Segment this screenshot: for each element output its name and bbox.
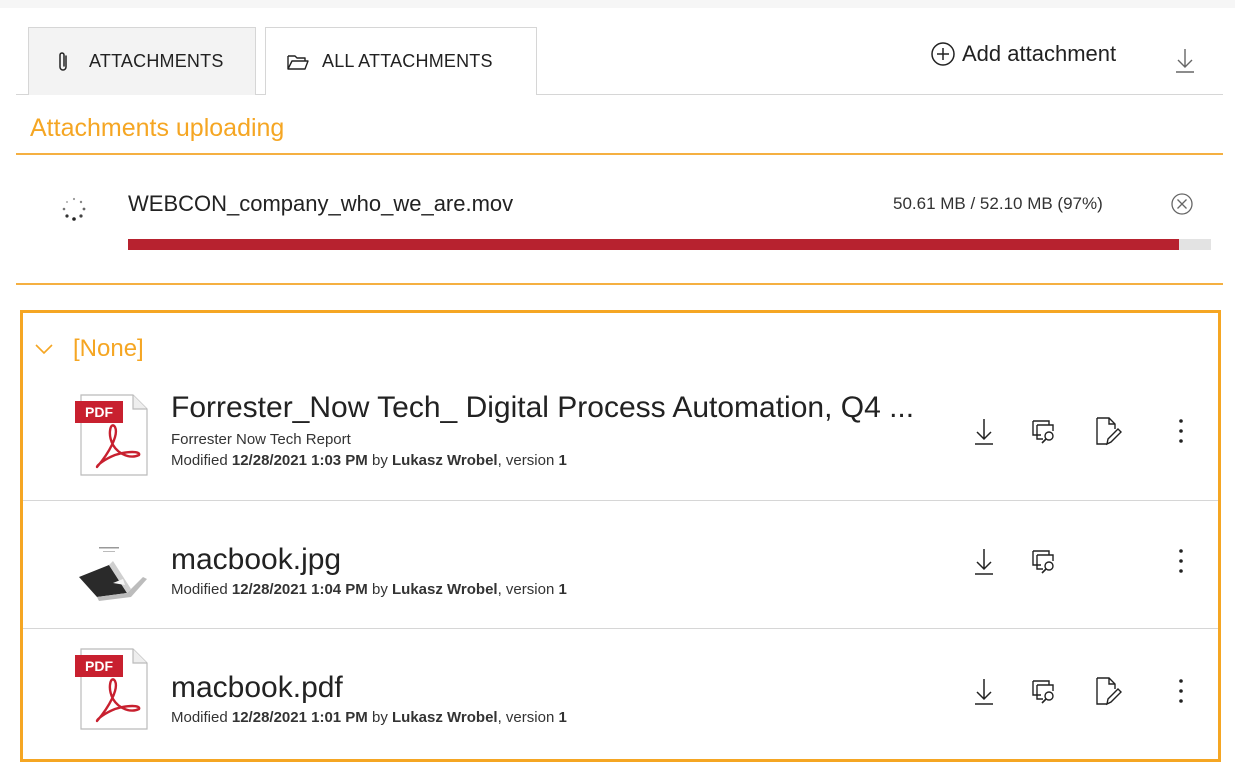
download-icon xyxy=(975,419,993,445)
file-name[interactable]: macbook.jpg xyxy=(171,543,567,577)
version-number: 1 xyxy=(558,452,567,469)
edit-document-icon xyxy=(1096,677,1122,706)
preview-button[interactable] xyxy=(1029,675,1059,707)
author-name: Lukasz Wrobel xyxy=(392,581,498,598)
cancel-upload-button[interactable] xyxy=(1168,190,1196,218)
preview-button[interactable] xyxy=(1029,545,1059,577)
plus-circle-icon xyxy=(930,41,956,67)
file-meta: Modified 12/28/2021 1:04 PM by Lukasz Wr… xyxy=(171,581,567,598)
file-info: Forrester_Now Tech_ Digital Process Auto… xyxy=(171,391,914,469)
more-vertical-icon xyxy=(1179,419,1183,443)
file-meta: Modified 12/28/2021 1:01 PM by Lukasz Wr… xyxy=(171,709,567,726)
file-description: Forrester Now Tech Report xyxy=(171,431,351,448)
more-options-button[interactable] xyxy=(1171,545,1191,577)
download-icon xyxy=(1176,49,1194,73)
uploading-divider-top xyxy=(16,153,1223,155)
attachment-row[interactable]: macbook.jpg Modified 12/28/2021 1:04 PM … xyxy=(23,501,1218,629)
more-vertical-icon xyxy=(1179,549,1183,573)
attachment-group: [None] PDF Forrester_Now Tech_ Digital P… xyxy=(20,310,1221,762)
preview-button[interactable] xyxy=(1029,415,1059,447)
tab-all-attachments[interactable]: ALL ATTACHMENTS xyxy=(265,27,537,95)
modified-date: 12/28/2021 1:04 PM xyxy=(231,581,368,598)
download-button[interactable] xyxy=(969,415,999,447)
more-vertical-icon xyxy=(1179,679,1183,703)
attachment-row[interactable]: PDF macbook.pdf Modified 12/28/2021 1:01… xyxy=(23,629,1218,759)
uploading-divider-bottom xyxy=(16,283,1223,285)
preview-icon xyxy=(1032,550,1054,574)
add-attachment-label: Add attachment xyxy=(962,41,1117,66)
top-strip xyxy=(0,0,1235,8)
version-number: 1 xyxy=(558,581,567,598)
image-thumbnail xyxy=(75,531,153,615)
group-header-toggle[interactable]: [None] xyxy=(33,335,144,363)
tab-attachments-label: ATTACHMENTS xyxy=(89,51,224,71)
preview-icon xyxy=(1032,680,1054,704)
edit-document-icon xyxy=(1096,417,1122,446)
modified-date: 12/28/2021 1:01 PM xyxy=(231,709,368,726)
paperclip-icon xyxy=(51,50,75,74)
author-name: Lukasz Wrobel xyxy=(392,709,498,726)
version-number: 1 xyxy=(558,709,567,726)
edit-button[interactable] xyxy=(1093,675,1123,707)
more-options-button[interactable] xyxy=(1171,415,1191,447)
upload-progress-bar xyxy=(128,239,1211,250)
spinner-icon xyxy=(60,195,88,223)
close-circle-icon xyxy=(1171,193,1193,215)
uploading-section-title: Attachments uploading xyxy=(30,114,285,142)
preview-icon xyxy=(1032,420,1054,444)
download-icon xyxy=(975,679,993,705)
tab-all-attachments-label: ALL ATTACHMENTS xyxy=(322,51,493,71)
pdf-file-icon: PDF xyxy=(75,393,153,477)
pdf-file-icon: PDF xyxy=(75,647,153,731)
upload-progress-fill xyxy=(128,239,1179,250)
folder-open-icon xyxy=(286,50,310,74)
more-options-button[interactable] xyxy=(1171,675,1191,707)
file-meta: Modified 12/28/2021 1:03 PM by Lukasz Wr… xyxy=(171,452,567,469)
file-name[interactable]: Forrester_Now Tech_ Digital Process Auto… xyxy=(171,391,914,425)
download-all-button[interactable] xyxy=(1172,45,1198,75)
uploading-file-name: WEBCON_company_who_we_are.mov xyxy=(128,191,514,216)
file-name[interactable]: macbook.pdf xyxy=(171,671,567,705)
tab-attachments[interactable]: ATTACHMENTS xyxy=(28,27,256,95)
group-name: [None] xyxy=(73,335,144,362)
file-info: macbook.pdf Modified 12/28/2021 1:01 PM … xyxy=(171,671,567,726)
svg-text:PDF: PDF xyxy=(85,404,113,420)
download-icon xyxy=(975,549,993,575)
download-button[interactable] xyxy=(969,675,999,707)
download-button[interactable] xyxy=(969,545,999,577)
chevron-down-icon xyxy=(33,341,55,357)
attachment-row[interactable]: PDF Forrester_Now Tech_ Digital Process … xyxy=(23,373,1218,501)
add-attachment-button[interactable]: Add attachment xyxy=(930,39,1116,69)
svg-text:PDF: PDF xyxy=(85,658,113,674)
tabs-bar: ATTACHMENTS ALL ATTACHMENTS Add attachme… xyxy=(16,27,1223,95)
modified-date: 12/28/2021 1:03 PM xyxy=(231,452,368,469)
edit-button[interactable] xyxy=(1093,415,1123,447)
upload-progress-text: 50.61 MB / 52.10 MB (97%) xyxy=(893,194,1103,213)
file-info: macbook.jpg Modified 12/28/2021 1:04 PM … xyxy=(171,543,567,598)
author-name: Lukasz Wrobel xyxy=(392,452,498,469)
